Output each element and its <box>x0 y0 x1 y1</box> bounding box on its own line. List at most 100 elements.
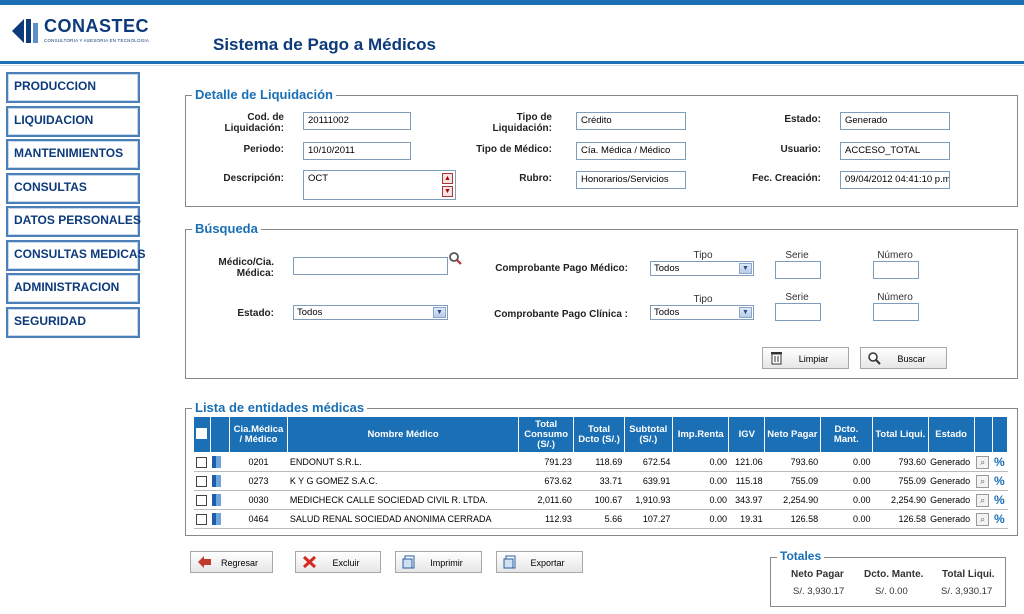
tipo-comp-medico-select[interactable]: Todos ▼ <box>650 261 754 276</box>
row-doc-cell <box>210 471 230 491</box>
table-row[interactable]: 0273 K Y G GOMEZ S.A.C. 673.62 33.71 639… <box>193 471 1008 491</box>
sidebar-item-consultas-medicas[interactable]: CONSULTAS MEDICAS <box>6 239 146 271</box>
select-all-checkbox[interactable] <box>196 427 208 439</box>
sidebar-item-consultas[interactable]: CONSULTAS <box>6 172 140 204</box>
exportar-button[interactable]: Exportar <box>496 551 583 573</box>
subtotal-cell: 107.27 <box>624 509 673 529</box>
regresar-button[interactable]: Regresar <box>190 551 273 573</box>
document-icon[interactable] <box>212 513 222 525</box>
detail-cell: ⌕ <box>974 452 993 472</box>
row-checkbox-cell <box>193 452 211 472</box>
tipo-liquidacion-field[interactable]: Crédito <box>576 112 686 130</box>
subtotal-cell: 639.91 <box>624 471 673 491</box>
row-checkbox[interactable] <box>195 513 207 525</box>
row-checkbox[interactable] <box>195 494 207 506</box>
percent-icon[interactable]: % <box>994 512 1005 526</box>
scroll-up-icon[interactable]: ▲ <box>442 173 453 184</box>
tipo-comp-clinica-select[interactable]: Todos ▼ <box>650 305 754 320</box>
percent-icon[interactable]: % <box>994 455 1005 469</box>
row-checkbox-cell <box>193 471 211 491</box>
table-header-row: Cia.Médica / Médico Nombre Médico Total … <box>193 416 1009 453</box>
icon-header <box>209 416 230 453</box>
sidebar-item-datos-personales[interactable]: DATOS PERSONALES <box>6 206 141 237</box>
numero-clinica-input[interactable] <box>873 303 919 321</box>
consumo-cell: 673.62 <box>518 471 574 491</box>
numero-medico-input[interactable] <box>873 261 919 279</box>
estado-cell: Generado <box>928 490 975 510</box>
table-row[interactable]: 0464 SALUD RENAL SOCIEDAD ANONIMA CERRAD… <box>193 509 1008 529</box>
total-neto-label: Neto Pagar <box>791 569 844 580</box>
pct-header <box>991 416 1009 453</box>
row-checkbox-cell <box>193 490 211 510</box>
sidebar-item-seguridad[interactable]: SEGURIDAD <box>6 306 140 338</box>
excluir-button[interactable]: Excluir <box>295 551 381 573</box>
nombre-cell: K Y G GOMEZ S.A.C. <box>287 471 519 491</box>
comp-medico-label: Comprobante Pago Médico: <box>495 263 628 274</box>
neto-cell: 793.60 <box>764 452 821 472</box>
medico-search-input[interactable] <box>293 257 448 275</box>
excluir-label: Excluir <box>332 558 360 568</box>
table-row[interactable]: 0030 MEDICHECK CALLE SOCIEDAD CIVIL R. L… <box>193 490 1008 510</box>
fec-creacion-label: Fec. Creación: <box>752 173 821 184</box>
periodo-field[interactable]: 10/10/2011 <box>303 142 411 160</box>
totales-legend: Totales <box>777 549 825 563</box>
estado-select[interactable]: Todos ▼ <box>293 305 448 320</box>
tipo-medico-field[interactable]: Cía. Médica / Médico <box>576 142 686 160</box>
igv-cell: 115.18 <box>728 471 765 491</box>
brand-logo: CONASTEC CONSULTORIA Y ASESORIA EN TECNO… <box>12 14 149 50</box>
igv-cell: 19.31 <box>728 509 765 529</box>
serie-medico-input[interactable] <box>775 261 821 279</box>
sidebar-item-liquidacion[interactable]: LIQUIDACION <box>6 105 140 137</box>
sidebar-item-mantenimientos[interactable]: MANTENIMIENTOS <box>6 139 140 170</box>
cia-cell: 0201 <box>229 452 288 472</box>
percent-icon[interactable]: % <box>994 474 1005 488</box>
view-detail-icon[interactable]: ⌕ <box>976 474 990 488</box>
document-icon[interactable] <box>212 475 222 487</box>
estado-field[interactable]: Generado <box>840 112 950 130</box>
table-row[interactable]: 0201 ENDONUT S.R.L. 791.23 118.69 672.54… <box>193 452 1008 472</box>
percent-icon[interactable]: % <box>994 493 1005 507</box>
sidebar-item-produccion[interactable]: PRODUCCION <box>6 72 140 103</box>
descripcion-textarea[interactable]: OCT ▲ ▼ <box>303 170 456 200</box>
sidebar-item-administracion[interactable]: ADMINISTRACION <box>6 273 140 304</box>
buscar-button[interactable]: Buscar <box>860 347 947 369</box>
pct-cell: % <box>992 471 1008 491</box>
row-checkbox[interactable] <box>195 475 207 487</box>
fec-creacion-field[interactable]: 09/04/2012 04:41:10 p.m. <box>840 171 950 189</box>
search-lupa-icon[interactable] <box>448 251 462 265</box>
liqui-header: Total Liqui. <box>872 416 929 453</box>
pct-cell: % <box>992 452 1008 472</box>
nombre-cell: MEDICHECK CALLE SOCIEDAD CIVIL R. LTDA. <box>287 490 519 510</box>
title-divider-light <box>0 65 1024 66</box>
liqui-cell: 755.09 <box>872 471 929 491</box>
cia-header: Cia.Médica / Médico <box>228 416 289 453</box>
subtotal-cell: 1,910.93 <box>624 490 673 510</box>
chevron-down-icon: ▼ <box>739 263 752 274</box>
nombre-cell: ENDONUT S.R.L. <box>287 452 519 472</box>
imprimir-button[interactable]: Imprimir <box>395 551 482 573</box>
estado-header: Estado <box>927 416 975 453</box>
view-detail-icon[interactable]: ⌕ <box>976 455 990 469</box>
tipo-medico-label: Tipo de Médico: <box>476 144 552 155</box>
estado-cell: Generado <box>928 509 975 529</box>
neto-header: Neto Pagar <box>764 416 821 453</box>
igv-header: IGV <box>728 416 766 453</box>
row-checkbox[interactable] <box>195 456 207 468</box>
tipo-comp-clinica-value: Todos <box>654 307 680 318</box>
rubro-field[interactable]: Honorarios/Servicios <box>576 171 686 189</box>
view-detail-icon[interactable]: ⌕ <box>976 493 990 507</box>
limpiar-button[interactable]: Limpiar <box>762 347 849 369</box>
totales-panel: Totales Neto Pagar Dcto. Mante. Total Li… <box>770 549 1006 607</box>
scroll-down-icon[interactable]: ▼ <box>442 186 453 197</box>
tipo-comp-medico-value: Todos <box>654 263 680 274</box>
imprimir-label: Imprimir <box>430 558 463 568</box>
document-icon[interactable] <box>212 494 222 506</box>
detail-cell: ⌕ <box>974 471 993 491</box>
cod-liquidacion-field[interactable]: 20111002 <box>303 112 411 130</box>
serie-clinica-input[interactable] <box>775 303 821 321</box>
usuario-field[interactable]: ACCESO_TOTAL <box>840 142 950 160</box>
view-detail-icon[interactable]: ⌕ <box>976 512 990 526</box>
estado-label: Estado: <box>784 114 821 125</box>
regresar-label: Regresar <box>220 558 258 568</box>
document-icon[interactable] <box>212 456 222 468</box>
